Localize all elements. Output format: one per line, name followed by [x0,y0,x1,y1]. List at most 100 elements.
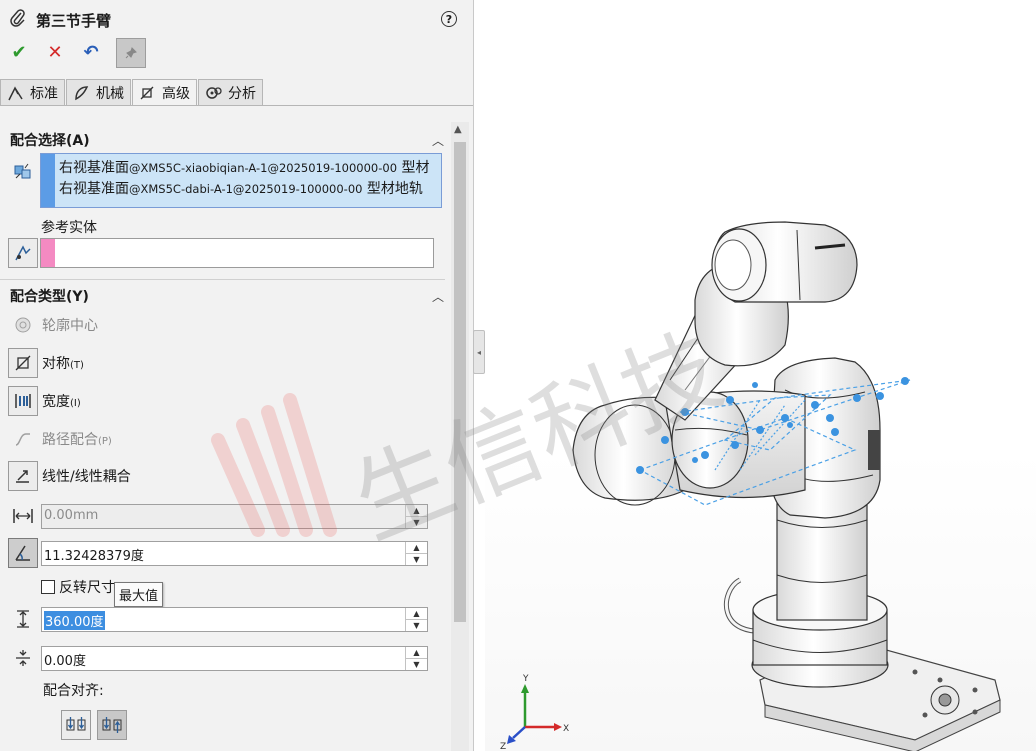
angle-icon [15,545,30,561]
standard-mates-icon [8,85,23,100]
property-manager: 第三节手臂 ? ✔ ✕ ↶ 标准 机械 高级 分析 ▲ 配合选择(A) ︿ 右视… [0,0,474,751]
spin-up-icon[interactable]: ▲ [406,505,427,516]
reference-entity-field[interactable] [40,238,434,268]
axis-triad: Y X Z [500,674,569,751]
spin-arrows[interactable]: ▲ ▼ [405,542,427,565]
reference-entity-icon [15,245,31,261]
width-button[interactable] [8,386,38,416]
max-value: 360.00度 [44,611,105,630]
tab-mechanical[interactable]: 机械 [66,79,131,105]
axis-y-label: Y [522,674,529,684]
angle-value: 11.32428379度 [44,549,144,564]
min-value-field[interactable]: 0.00度 ▲ ▼ [41,646,428,671]
tab-label: 高级 [162,86,190,102]
feature-title: 第三节手臂 [36,11,112,30]
tab-label: 标准 [30,85,58,102]
mate-selections-header[interactable]: 配合选择(A) [10,130,90,150]
graphics-viewport[interactable]: Y X Z [485,0,1036,751]
cancel-button[interactable]: ✕ [44,42,66,64]
pin-icon [125,47,137,59]
tab-standard[interactable]: 标准 [0,79,65,105]
advanced-mates-icon [140,86,154,100]
anti-aligned-button[interactable] [97,710,127,740]
wrist-joint[interactable] [694,221,858,367]
robot-arm-model[interactable]: Y X Z [485,0,1036,751]
mate-type-label: 路径配合(P) [42,432,112,448]
scroll-thumb[interactable] [454,142,466,622]
mate-selections-list[interactable]: 右视基准面@XMS5C-xiaobiqian-A-1@2025019-10000… [40,153,442,208]
mate-alignment-label: 配合对齐: [43,683,104,699]
spin-up-icon[interactable]: ▲ [406,542,427,553]
spin-arrows[interactable]: ▲ ▼ [405,608,427,631]
spin-down-icon[interactable]: ▼ [406,553,427,564]
profile-center-icon [10,316,36,334]
spin-down-icon[interactable]: ▼ [406,516,427,527]
mate-path: 路径配合(P) [10,425,112,453]
distance-value: 0.00mm [44,508,99,523]
panel-splitter-handle[interactable]: ◂ [473,330,485,374]
tooltip: 最大值 [114,582,164,607]
anti-aligned-icon [102,717,122,733]
distance-field[interactable]: 0.00mm ▲ ▼ [41,504,428,529]
mate-type-label: 对称(T) [42,356,84,372]
mate-width[interactable]: 宽度(I) [42,387,81,415]
undo-button[interactable]: ↶ [80,42,102,64]
reference-entity-button[interactable] [8,238,38,268]
aligned-icon [66,717,86,731]
action-bar: ✔ ✕ ↶ [8,38,146,68]
max-value-field[interactable]: 360.00度 ▲ ▼ [41,607,428,632]
tab-advanced[interactable]: 高级 [132,79,197,106]
analysis-icon [206,86,222,99]
collapse-chevron-icon[interactable]: ︿ [432,288,444,305]
help-icon[interactable]: ? [441,11,457,27]
pm-scrollbar[interactable]: ▲ [451,122,469,751]
collapse-chevron-icon[interactable]: ︿ [432,132,444,149]
symmetric-icon [15,355,31,371]
angle-button[interactable] [8,538,38,568]
mate-linear-coupler[interactable]: 线性/线性耦合 [42,462,131,490]
spin-arrows[interactable]: ▲ ▼ [405,647,427,670]
pin-button[interactable] [116,38,146,68]
path-mate-icon [10,430,36,448]
scroll-up-icon[interactable]: ▲ [454,124,462,135]
ok-button[interactable]: ✔ [8,42,30,64]
tab-analysis[interactable]: 分析 [198,79,263,105]
min-value-icon [10,645,36,671]
distance-icon [10,503,36,529]
axis-z-label: Z [500,742,506,751]
mate-type-label: 轮廓中心 [42,318,98,334]
mate-profile-center: 轮廓中心 [10,311,98,339]
angle-field[interactable]: 11.32428379度 ▲ ▼ [41,541,428,566]
flip-dimension-checkbox[interactable]: 反转尺寸 [41,577,115,597]
mate-type-label: 线性/线性耦合 [42,469,131,485]
feature-title-bar: 第三节手臂 [10,8,111,32]
tab-bar: 标准 机械 高级 分析 [0,79,264,106]
mate-entities-icon [10,158,36,184]
spin-down-icon[interactable]: ▼ [406,658,427,669]
selection-color-bar [41,154,55,207]
paperclip-icon [10,9,26,31]
spin-down-icon[interactable]: ▼ [406,619,427,630]
reference-color-bar [41,239,55,267]
linear-coupler-icon [16,470,29,483]
spin-up-icon[interactable]: ▲ [406,647,427,658]
spin-up-icon[interactable]: ▲ [406,608,427,619]
tab-label: 分析 [228,85,256,102]
base-joint[interactable] [751,499,889,688]
checkbox-box[interactable] [41,580,55,594]
tab-divider [0,105,473,106]
symmetric-button[interactable] [8,348,38,378]
width-icon [15,394,31,408]
mate-symmetric[interactable]: 对称(T) [42,349,84,377]
tab-label: 机械 [96,85,124,102]
aligned-button[interactable] [61,710,91,740]
flip-dimension-label: 反转尺寸 [59,580,115,596]
axis-x-label: X [563,724,569,734]
section-divider [0,279,445,280]
spin-arrows[interactable]: ▲ ▼ [405,505,427,528]
list-item[interactable]: 右视基准面@XMS5C-dabi-A-1@2025019-100000-00 型… [59,178,423,198]
mate-types-header[interactable]: 配合类型(Y) [10,286,89,306]
max-value-icon [10,606,36,632]
linear-coupler-button[interactable] [8,461,38,491]
list-item[interactable]: 右视基准面@XMS5C-xiaobiqian-A-1@2025019-10000… [59,157,430,177]
